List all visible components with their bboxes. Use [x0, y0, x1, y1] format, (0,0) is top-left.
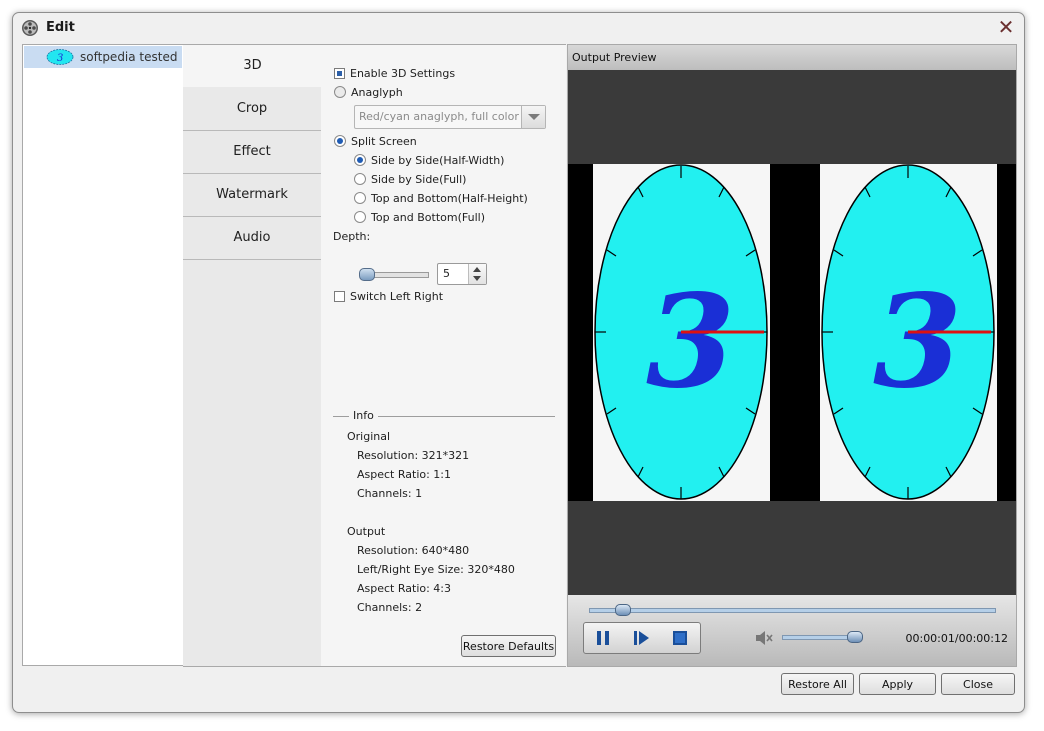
title-bar: Edit ✕ [13, 13, 1024, 43]
file-list: 3 softpedia tested [22, 44, 184, 666]
switch-left-right-row[interactable]: Switch Left Right [334, 288, 443, 304]
enable-3d-row[interactable]: Enable 3D Settings [334, 65, 455, 81]
preview-label: Output Preview [572, 51, 657, 64]
anaglyph-type-value: Red/cyan anaglyph, full color [359, 110, 519, 123]
tab-effect[interactable]: Effect [183, 131, 321, 174]
top-bottom-full-row[interactable]: Top and Bottom(Full) [354, 209, 485, 225]
edit-window: Edit ✕ 3 softpedia tested 3D Crop Effect… [12, 12, 1025, 713]
original-resolution: Resolution: 321*321 [357, 449, 470, 462]
original-aspect-ratio: Aspect Ratio: 1:1 [357, 468, 452, 481]
switch-left-right-label: Switch Left Right [350, 289, 444, 303]
anaglyph-radio[interactable] [334, 86, 346, 98]
volume-slider-handle[interactable] [846, 631, 863, 643]
transport-buttons [583, 622, 701, 654]
top-bottom-half-row[interactable]: Top and Bottom(Half-Height) [354, 190, 528, 206]
anaglyph-type-select[interactable]: Red/cyan anaglyph, full color [354, 105, 546, 129]
tab-3d[interactable]: 3D [183, 45, 322, 87]
output-aspect-ratio: Aspect Ratio: 4:3 [357, 582, 452, 595]
side-by-side-full-radio[interactable] [354, 173, 366, 185]
depth-value: 5 [443, 267, 450, 280]
side-by-side-half-radio[interactable] [354, 154, 366, 166]
step-forward-icon[interactable] [632, 629, 650, 647]
split-screen-frame: 3 3 [593, 164, 997, 501]
top-bottom-half-label: Top and Bottom(Half-Height) [371, 191, 528, 205]
spin-up-icon[interactable] [473, 267, 481, 272]
svg-text:3: 3 [57, 53, 63, 64]
depth-spin-buttons[interactable] [468, 264, 486, 284]
preview-video-frame: 3 3 [568, 164, 1016, 501]
output-preview-panel: Output Preview 3 3 00:00:01/00:00:12 [567, 44, 1017, 667]
spin-down-icon[interactable] [473, 276, 481, 281]
film-reel-icon [22, 20, 38, 36]
output-eye-size: Left/Right Eye Size: 320*480 [357, 563, 515, 576]
apply-button[interactable]: Apply [859, 673, 936, 695]
side-by-side-full-label: Side by Side(Full) [371, 172, 467, 186]
output-heading: Output [347, 525, 386, 538]
stop-icon[interactable] [671, 629, 689, 647]
anaglyph-label: Anaglyph [351, 85, 403, 99]
side-by-side-full-row[interactable]: Side by Side(Full) [354, 171, 466, 187]
frame-digit-left: 3 [646, 267, 735, 417]
top-bottom-full-radio[interactable] [354, 211, 366, 223]
right-eye-view: 3 [820, 164, 997, 501]
playback-controls: 00:00:01/00:00:12 [568, 595, 1016, 666]
depth-row: Depth: [333, 228, 370, 244]
depth-spinbox[interactable]: 5 [437, 263, 487, 285]
chevron-down-icon[interactable] [521, 106, 545, 128]
preview-header: Output Preview [568, 45, 1016, 70]
depth-slider-handle[interactable] [359, 268, 375, 281]
seek-handle[interactable] [614, 604, 631, 616]
switch-left-right-checkbox[interactable] [334, 290, 345, 302]
restore-defaults-button[interactable]: Restore Defaults [461, 635, 556, 657]
depth-label: Depth: [333, 229, 371, 243]
pause-icon[interactable] [594, 629, 612, 647]
original-channels: Channels: 1 [357, 487, 423, 500]
close-button[interactable]: Close [941, 673, 1015, 695]
left-eye-view: 3 [593, 164, 770, 501]
split-screen-row[interactable]: Split Screen [334, 133, 417, 149]
top-bottom-full-label: Top and Bottom(Full) [371, 210, 485, 224]
seek-bar[interactable] [589, 608, 996, 613]
info-title: Info [349, 409, 378, 422]
settings-panel: Enable 3D Settings Anaglyph Red/cyan ana… [321, 44, 566, 667]
window-title: Edit [46, 20, 75, 35]
restore-all-button[interactable]: Restore All [781, 673, 854, 695]
tab-audio[interactable]: Audio [183, 217, 321, 260]
file-list-item[interactable]: 3 softpedia tested [24, 46, 182, 68]
speaker-muted-icon[interactable] [754, 629, 774, 647]
enable-3d-checkbox[interactable] [334, 67, 345, 79]
output-channels: Channels: 2 [357, 601, 423, 614]
side-by-side-half-label: Side by Side(Half-Width) [371, 153, 505, 167]
enable-3d-label: Enable 3D Settings [350, 66, 456, 80]
top-bottom-half-radio[interactable] [354, 192, 366, 204]
tab-watermark[interactable]: Watermark [183, 174, 321, 217]
file-list-item-label: softpedia tested [80, 50, 178, 64]
anaglyph-row[interactable]: Anaglyph [334, 84, 403, 100]
split-screen-label: Split Screen [351, 134, 417, 148]
frame-digit-right: 3 [873, 267, 962, 417]
playback-time: 00:00:01/00:00:12 [905, 632, 1008, 645]
tab-crop[interactable]: Crop [183, 88, 321, 131]
split-screen-radio[interactable] [334, 135, 346, 147]
output-resolution: Resolution: 640*480 [357, 544, 470, 557]
close-window-button[interactable]: ✕ [996, 17, 1016, 37]
side-by-side-half-row[interactable]: Side by Side(Half-Width) [354, 152, 504, 168]
video-thumbnail-icon: 3 [46, 49, 74, 65]
tab-bar: 3D Crop Effect Watermark Audio [183, 44, 322, 667]
original-heading: Original [347, 430, 391, 443]
